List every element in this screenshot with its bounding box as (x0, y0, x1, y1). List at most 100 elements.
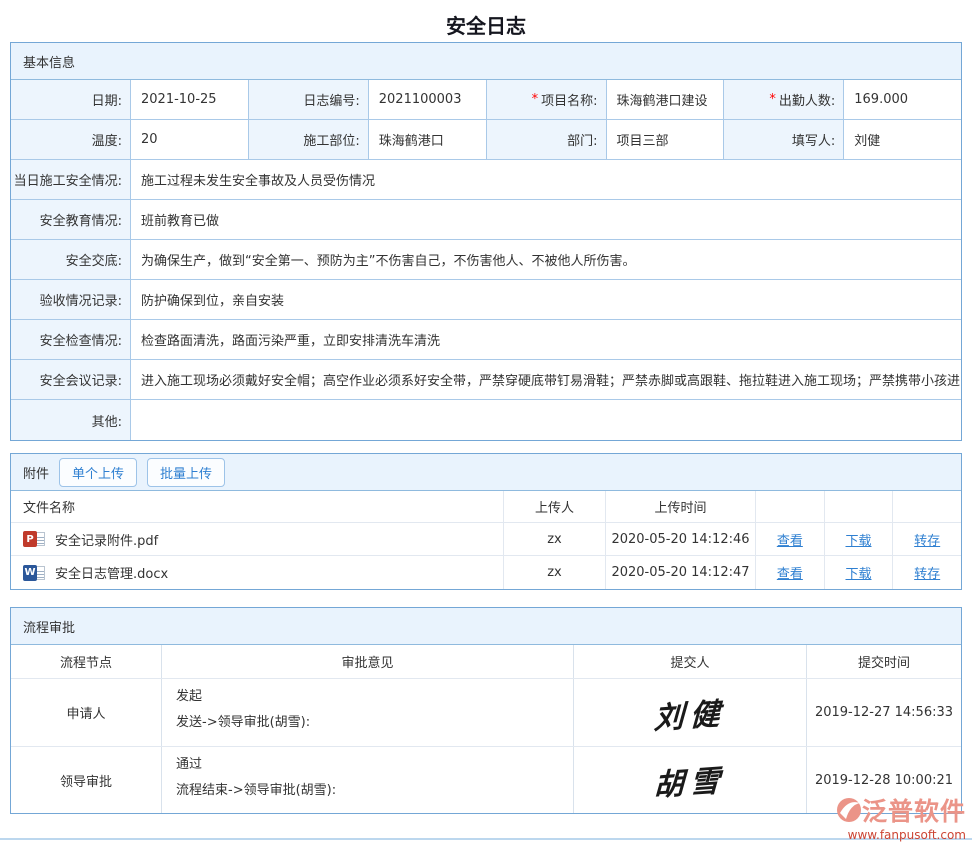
field-label-safety-education: 安全教育情况: (11, 200, 131, 239)
flow-node: 申请人 (11, 679, 162, 746)
field-value-safety-inspection: 检查路面清洗，路面污染严重，立即安排清洗车清洗 (131, 320, 961, 359)
file-name: 安全日志管理.docx (55, 563, 168, 582)
opinion-line-2: 发送->领导审批(胡雪): (176, 713, 310, 733)
page-title: 安全日志 (0, 0, 972, 42)
field-label-text: 安全检查情况: (40, 330, 122, 349)
field-value-log-number: 2021100003 (369, 80, 487, 119)
field-label-construction-part: 施工部位: (249, 120, 369, 159)
basic-info-row-safety-education: 安全教育情况: 班前教育已做 (11, 200, 961, 240)
field-value-temperature: 20 (131, 120, 249, 159)
column-header-action-1 (756, 491, 825, 522)
signature: 胡雪 (653, 755, 726, 804)
field-label-text: 填写人: (792, 130, 835, 149)
upload-time: 2020-05-20 14:12:46 (606, 523, 756, 555)
column-header-submit-time: 提交时间 (807, 645, 961, 678)
basic-info-section: 基本信息 日期: 2021-10-25 日志编号: 2021100003 *项目… (10, 42, 962, 441)
required-marker: * (532, 92, 539, 107)
column-header-upload-time: 上传时间 (606, 491, 756, 522)
basic-info-row-safety-briefing: 安全交底: 为确保生产，做到“安全第一、预防为主”不伤害自己，不伤害他人、不被他… (11, 240, 961, 280)
field-label-date: 日期: (11, 80, 131, 119)
signature: 刘健 (653, 688, 726, 737)
basic-info-row-2: 温度: 20 施工部位: 珠海鹤港口 部门: 项目三部 填写人: 刘健 (11, 120, 961, 160)
field-value-other (131, 400, 961, 440)
field-label-text: 安全会议记录: (40, 370, 122, 389)
field-label-text: 其他: (92, 411, 122, 430)
basic-info-row-safety-meeting: 安全会议记录: 进入施工现场必须戴好安全帽；高空作业必须系好安全带，严禁穿硬底带… (11, 360, 961, 400)
basic-info-row-other: 其他: (11, 400, 961, 440)
attachments-section-title: 附件 (23, 463, 49, 482)
field-label-text: 当日施工安全情况: (14, 170, 122, 189)
field-value-writer: 刘健 (844, 120, 961, 159)
bottom-divider (0, 838, 972, 840)
field-label-other: 其他: (11, 400, 131, 440)
basic-info-row-acceptance-record: 验收情况记录: 防护确保到位，亲自安装 (11, 280, 961, 320)
single-upload-button[interactable]: 单个上传 (59, 458, 137, 487)
field-label-text: 安全教育情况: (40, 210, 122, 229)
uploader: zx (504, 556, 606, 589)
opinion-line-2: 流程结束->领导审批(胡雪): (176, 781, 336, 801)
column-header-submitter: 提交人 (574, 645, 807, 678)
field-label-text: 安全交底: (66, 250, 122, 269)
batch-upload-button[interactable]: 批量上传 (147, 458, 225, 487)
field-value-safety-briefing: 为确保生产，做到“安全第一、预防为主”不伤害自己，不伤害他人、不被他人所伤害。 (131, 240, 961, 279)
attachment-row-word: W 安全日志管理.docx zx 2020-05-20 14:12:47 查看 … (11, 556, 961, 589)
approval-table-header: 流程节点 审批意见 提交人 提交时间 (11, 645, 961, 679)
basic-info-row-safety-inspection: 安全检查情况: 检查路面清洗，路面污染严重，立即安排清洗车清洗 (11, 320, 961, 360)
field-value-department: 项目三部 (607, 120, 725, 159)
field-value-date: 2021-10-25 (131, 80, 249, 119)
file-name: 安全记录附件.pdf (55, 530, 158, 549)
word-file-icon: W (23, 564, 47, 582)
approval-row-applicant: 申请人 发起 发送->领导审批(胡雪): 刘健 2019-12-27 14:56… (11, 679, 961, 747)
approval-row-leader: 领导审批 通过 流程结束->领导审批(胡雪): 胡雪 2019-12-28 10… (11, 747, 961, 813)
field-label-text: 施工部位: (303, 130, 359, 149)
field-value-project-name: 珠海鹤港口建设 (607, 80, 725, 119)
word-icon-letter: W (23, 565, 37, 581)
file-name-cell: P 安全记录附件.pdf (11, 523, 504, 555)
field-label-writer: 填写人: (724, 120, 844, 159)
field-value-safety-meeting: 进入施工现场必须戴好安全帽；高空作业必须系好安全带，严禁穿硬底带钉易滑鞋；严禁赤… (131, 360, 961, 399)
attachment-row-pdf: P 安全记录附件.pdf zx 2020-05-20 14:12:46 查看 下… (11, 523, 961, 556)
signature-cell: 胡雪 (574, 747, 807, 813)
field-label-safety-meeting: 安全会议记录: (11, 360, 131, 399)
field-label-today-safety: 当日施工安全情况: (11, 160, 131, 199)
view-link[interactable]: 查看 (777, 563, 803, 582)
field-label-temperature: 温度: (11, 120, 131, 159)
column-header-action-3 (893, 491, 961, 522)
field-label-attendance: *出勤人数: (724, 80, 844, 119)
field-label-text: 验收情况记录: (40, 290, 122, 309)
column-header-flow-node: 流程节点 (11, 645, 162, 678)
opinion-line-1: 通过 (176, 755, 202, 775)
field-label-text: 部门: (567, 130, 597, 149)
field-value-construction-part: 珠海鹤港口 (369, 120, 487, 159)
basic-info-section-title: 基本信息 (11, 43, 961, 80)
field-value-acceptance-record: 防护确保到位，亲自安装 (131, 280, 961, 319)
field-value-attendance: 169.000 (844, 80, 961, 119)
field-label-project-name: *项目名称: (487, 80, 607, 119)
field-label-department: 部门: (487, 120, 607, 159)
file-name-cell: W 安全日志管理.docx (11, 556, 504, 589)
approval-section-title: 流程审批 (11, 608, 961, 645)
attachments-header: 附件 单个上传 批量上传 (11, 454, 961, 491)
signature-cell: 刘健 (574, 679, 807, 746)
basic-info-row-safety-today: 当日施工安全情况: 施工过程未发生安全事故及人员受伤情况 (11, 160, 961, 200)
pdf-file-icon: P (23, 530, 47, 548)
approval-opinion: 通过 流程结束->领导审批(胡雪): (162, 747, 574, 813)
uploader: zx (504, 523, 606, 555)
basic-info-row-1: 日期: 2021-10-25 日志编号: 2021100003 *项目名称: 珠… (11, 80, 961, 120)
view-link[interactable]: 查看 (777, 530, 803, 549)
submit-time: 2019-12-28 10:00:21 (807, 747, 961, 813)
field-label-text: 项目名称: (541, 90, 597, 109)
download-link[interactable]: 下载 (846, 530, 872, 549)
required-marker: * (769, 92, 776, 107)
field-label-safety-briefing: 安全交底: (11, 240, 131, 279)
save-as-link[interactable]: 转存 (914, 563, 940, 582)
flow-node: 领导审批 (11, 747, 162, 813)
field-value-today-safety: 施工过程未发生安全事故及人员受伤情况 (131, 160, 961, 199)
field-label-log-number: 日志编号: (249, 80, 369, 119)
field-label-acceptance-record: 验收情况记录: (11, 280, 131, 319)
save-as-link[interactable]: 转存 (914, 530, 940, 549)
field-label-text: 日志编号: (303, 90, 359, 109)
approval-section: 流程审批 流程节点 审批意见 提交人 提交时间 申请人 发起 发送->领导审批(… (10, 607, 962, 814)
download-link[interactable]: 下载 (846, 563, 872, 582)
attachments-section: 附件 单个上传 批量上传 文件名称 上传人 上传时间 P 安全记录附件.pdf … (10, 453, 962, 590)
